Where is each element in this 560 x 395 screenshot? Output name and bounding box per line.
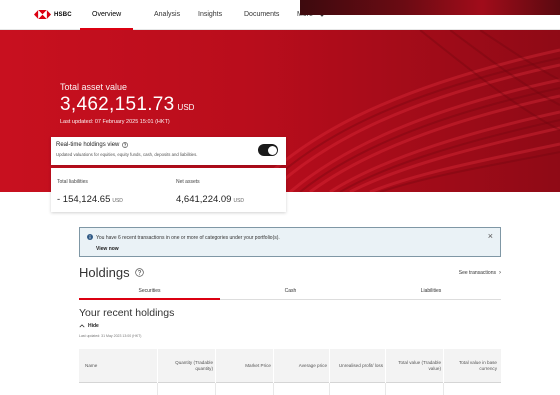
column-divider (329, 349, 330, 383)
cell-divider (273, 383, 274, 395)
column-divider (157, 349, 158, 383)
hero-image-strip (300, 0, 560, 15)
recent-holdings-title: Your recent holdings (79, 307, 175, 319)
total-liabilities-value: - 154,124.65 USD (57, 189, 123, 207)
transactions-notice: You have 6 recent transactions in one or… (79, 227, 501, 257)
tab-cash[interactable]: Cash (220, 288, 361, 294)
total-liabilities-amount: - 154,124.65 (57, 194, 111, 205)
see-transactions-label: See transactions (458, 270, 496, 276)
total-liabilities-currency: USD (112, 198, 123, 204)
column-header-total-value[interactable]: Total value (Tradable value) (389, 349, 441, 383)
cell-divider (215, 383, 216, 395)
total-asset-amount: 3,462,151.73 (60, 94, 175, 115)
column-header-market-price[interactable]: Market Price (219, 349, 271, 383)
close-icon[interactable]: × (488, 232, 493, 241)
hide-label: Hide (88, 323, 99, 329)
nav-item-analysis[interactable]: Analysis (154, 0, 180, 30)
column-header-unrealised-pl[interactable]: Unrealised profit/ loss (333, 349, 383, 383)
total-asset-label: Total asset value (60, 82, 128, 92)
realtime-title: Real-time holdings view (56, 142, 120, 148)
view-now-link[interactable]: View now (96, 246, 119, 252)
realtime-description: Updated valuations for equities, equity … (56, 152, 198, 157)
hexagon-logo-icon (34, 10, 51, 19)
nav-item-documents[interactable]: Documents (244, 0, 279, 30)
column-header-total-value-base[interactable]: Total value in base currency (447, 349, 497, 383)
total-asset-value: 3,462,151.73 USD (60, 94, 194, 116)
cell-divider (443, 383, 444, 395)
net-assets-amount: 4,641,224.09 (176, 194, 232, 205)
cell-divider (329, 383, 330, 395)
cell-divider (385, 383, 386, 395)
net-assets-currency: USD (233, 198, 245, 204)
recent-last-updated: Last updated: 31 May 2023 13:00 (HKT) (79, 334, 142, 338)
see-transactions-link[interactable]: See transactions › (459, 270, 501, 276)
last-updated-text: Last updated: 07 February 2025 15:01 (HK… (60, 119, 170, 125)
realtime-title-row: Real-time holdings view (56, 142, 129, 148)
brand-name: HSBC (54, 11, 72, 18)
holdings-tabs: Securities Cash Liabilities (79, 286, 501, 300)
tab-securities[interactable]: Securities (79, 288, 220, 294)
nav-item-overview[interactable]: Overview (79, 0, 134, 30)
nav-item-insights[interactable]: Insights (198, 0, 222, 30)
column-header-name[interactable]: Name (85, 349, 155, 383)
notice-message: You have 6 recent transactions in one or… (96, 235, 280, 241)
realtime-toggle[interactable] (258, 144, 278, 156)
column-header-average-price[interactable]: Average price (277, 349, 327, 383)
net-assets-label: Net assets (176, 179, 200, 185)
column-divider (273, 349, 274, 383)
hsbc-logo[interactable]: HSBC (34, 9, 72, 20)
tab-liabilities[interactable]: Liabilities (361, 288, 501, 294)
column-divider (385, 349, 386, 383)
net-assets-value: 4,641,224.09 USD (176, 189, 244, 207)
realtime-holdings-card: Real-time holdings view Updated valuatio… (51, 137, 286, 165)
cell-divider (157, 383, 158, 395)
column-header-quantity[interactable]: Quantity (Tradable quantity) (161, 349, 213, 383)
total-asset-currency: USD (177, 103, 195, 112)
info-icon (87, 234, 93, 240)
help-icon[interactable] (122, 142, 129, 148)
help-icon[interactable] (134, 268, 144, 277)
hide-toggle[interactable]: Hide (79, 323, 99, 329)
active-tab-indicator (79, 298, 220, 300)
column-divider (215, 349, 216, 383)
total-liabilities-label: Total liabilities (57, 179, 88, 185)
chevron-up-icon (79, 324, 85, 328)
holdings-heading: Holdings (79, 265, 144, 280)
liabilities-net-assets-card: Total liabilities - 154,124.65 USD Net as… (51, 168, 286, 212)
table-row[interactable] (79, 383, 501, 395)
column-divider (443, 349, 444, 383)
holdings-table-header: Name Quantity (Tradable quantity) Market… (79, 349, 501, 383)
chevron-right-icon: › (499, 270, 501, 276)
holdings-title: Holdings (79, 265, 130, 280)
